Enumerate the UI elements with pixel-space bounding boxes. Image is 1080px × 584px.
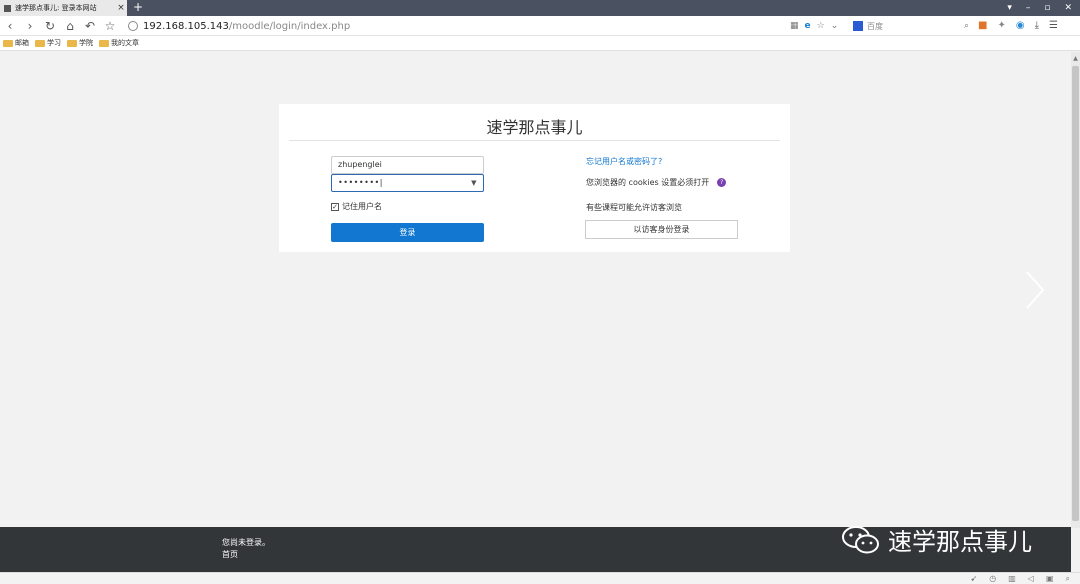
site-title: 速学那点事儿 <box>486 118 583 137</box>
maximize-button[interactable]: ▫ <box>1044 0 1050 16</box>
password-manager-icon[interactable]: ▼ <box>471 175 477 191</box>
baidu-icon <box>853 21 863 31</box>
home-button[interactable]: ⌂ <box>60 16 80 36</box>
sync-icon[interactable]: ◉ <box>1016 18 1025 34</box>
url-path: /moodle/login/index.php <box>228 20 351 32</box>
undo-close-button[interactable]: ↶ <box>80 16 100 36</box>
zoom-icon[interactable]: ⌕ <box>1066 574 1070 584</box>
browser-statusbar: ➹ ◷ ▥ ◁ ▣ ⌕ <box>0 572 1080 584</box>
menu-dropdown-icon[interactable]: ▾ <box>1007 0 1012 16</box>
guest-note: 有些课程可能允许访客浏览 <box>586 203 682 212</box>
apps-icon[interactable]: ■ <box>978 18 987 34</box>
bookmark-item[interactable]: 邮箱 <box>3 38 29 48</box>
browser-tab[interactable]: 速学那点事儿: 登录本网站 × <box>0 0 127 16</box>
qr-code-icon[interactable]: ▦ <box>790 18 799 34</box>
rocket-icon[interactable]: ➹ <box>971 574 978 584</box>
login-card: 速学那点事儿 zhupenglei ••••••••| ▼ ✓ 记住用户名 登录… <box>279 104 790 252</box>
back-button[interactable]: ‹ <box>0 16 20 36</box>
window-icon[interactable]: ▣ <box>1046 574 1054 584</box>
new-tab-button[interactable]: + <box>133 0 143 15</box>
folder-icon <box>35 39 45 47</box>
tab-title: 速学那点事儿: 登录本网站 <box>15 4 97 12</box>
login-status: 您尚未登录。 <box>222 538 270 547</box>
address-bar[interactable]: 192.168.105.143 /moodle/login/index.php <box>128 18 350 34</box>
bookmark-label: 学习 <box>47 39 61 47</box>
ie-mode-icon[interactable]: e <box>805 18 811 34</box>
home-link[interactable]: 首页 <box>222 549 238 560</box>
divider <box>289 140 780 141</box>
search-box[interactable]: 百度 ⌕ <box>853 18 973 34</box>
browser-titlebar: 速学那点事儿: 登录本网站 × + ▾ – ▫ ✕ <box>0 0 1080 16</box>
remember-username[interactable]: ✓ 记住用户名 <box>331 201 382 212</box>
bookmark-label: 学院 <box>79 39 93 47</box>
help-icon[interactable]: ? <box>717 178 727 187</box>
bookmark-star-icon[interactable]: ☆ <box>817 18 825 34</box>
address-tools: ▦ e ☆ ⌄ <box>790 18 838 34</box>
bookmark-label: 我的文章 <box>111 39 139 47</box>
folder-icon <box>3 39 13 47</box>
close-window-button[interactable]: ✕ <box>1064 0 1072 16</box>
page-scrollbar[interactable]: ▲ <box>1071 52 1080 528</box>
wechat-icon <box>842 525 879 553</box>
forgot-password-link[interactable]: 忘记用户名或密码了? <box>586 156 662 167</box>
chevron-right-icon[interactable] <box>1024 270 1046 310</box>
search-icon[interactable]: ⌕ <box>964 21 969 31</box>
remember-label: 记住用户名 <box>342 202 382 211</box>
cookies-note-text: 您浏览器的 cookies 设置必须打开 <box>586 178 710 187</box>
bookmark-label: 邮箱 <box>15 39 29 47</box>
username-input[interactable]: zhupenglei <box>331 156 484 174</box>
close-tab-icon[interactable]: × <box>115 3 127 13</box>
history-icon[interactable]: ◷ <box>989 574 996 584</box>
wechat-watermark: 速学那点事儿 <box>840 522 1032 557</box>
window-controls: ▾ – ▫ ✕ <box>1007 0 1072 16</box>
browser-toolbar: ‹ › ↻ ⌂ ↶ ☆ 192.168.105.143 /moodle/logi… <box>0 16 1080 36</box>
search-engine-label: 百度 <box>867 21 883 31</box>
reload-button[interactable]: ↻ <box>40 16 60 36</box>
cookies-note: 您浏览器的 cookies 设置必须打开 ? <box>586 177 727 188</box>
puzzle-extension-icon[interactable]: ✦ <box>997 18 1005 34</box>
folder-icon <box>99 39 109 47</box>
bookmark-item[interactable]: 我的文章 <box>99 38 139 48</box>
dropdown-chevron-icon[interactable]: ⌄ <box>831 18 839 34</box>
guest-login-button[interactable]: 以访客身份登录 <box>585 220 738 239</box>
bookmark-item[interactable]: 学习 <box>35 38 61 48</box>
scroll-thumb[interactable] <box>1072 66 1079 521</box>
extension-icons: ■ ✦ ◉ ⤓ ☰ <box>978 18 1058 34</box>
password-input[interactable]: ••••••••| ▼ <box>331 174 484 192</box>
login-button[interactable]: 登录 <box>331 223 484 242</box>
forward-button[interactable]: › <box>20 16 40 36</box>
password-value: ••••••••| <box>338 178 383 187</box>
site-info-icon[interactable] <box>128 21 138 31</box>
bookmark-item[interactable]: 学院 <box>67 38 93 48</box>
minimize-button[interactable]: – <box>1026 0 1031 16</box>
folder-icon <box>67 39 77 47</box>
page-favicon-icon <box>4 4 11 12</box>
volume-icon[interactable]: ◁ <box>1028 574 1034 584</box>
menu-icon[interactable]: ☰ <box>1049 18 1058 34</box>
favorite-button[interactable]: ☆ <box>100 16 120 36</box>
watermark-text: 速学那点事儿 <box>888 528 1032 556</box>
status-icons: ➹ ◷ ▥ ◁ ▣ ⌕ <box>971 574 1070 584</box>
bookmarks-bar: 邮箱 学习 学院 我的文章 <box>0 36 1080 51</box>
scroll-up-icon[interactable]: ▲ <box>1071 55 1080 62</box>
remember-checkbox[interactable]: ✓ <box>331 202 339 211</box>
trash-icon[interactable]: ▥ <box>1008 574 1016 584</box>
download-icon[interactable]: ⤓ <box>1035 18 1039 34</box>
url-host: 192.168.105.143 <box>143 20 229 32</box>
